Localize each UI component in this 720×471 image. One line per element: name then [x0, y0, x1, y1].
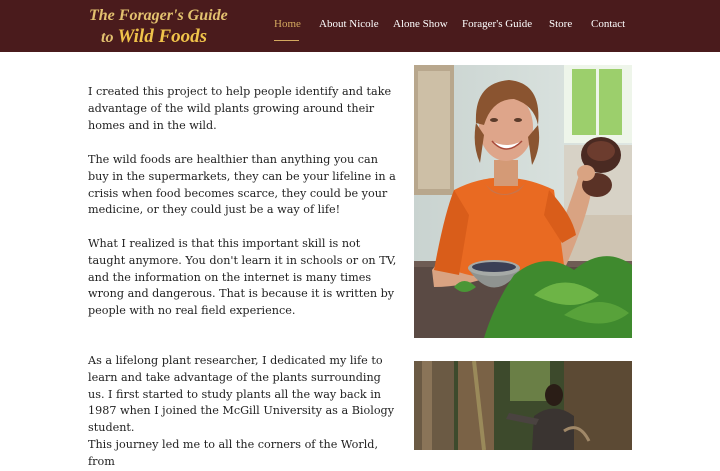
nav-home[interactable]: Home: [274, 18, 301, 30]
intro-paragraph-1: I created this project to help people id…: [88, 85, 392, 132]
intro-paragraph-3: What I realized is that this important s…: [88, 237, 397, 318]
forest-illustration: [414, 361, 632, 450]
intro-paragraph-2: The wild foods are healthier than anythi…: [88, 153, 396, 217]
nicole-kitchen-illustration: [414, 65, 632, 338]
nav-store[interactable]: Store: [549, 18, 572, 30]
main-nav: Home About Nicole Alone Show Forager's G…: [0, 0, 720, 52]
site-header: The Forager's Guide to Wild Foods Home A…: [0, 0, 720, 52]
nicole-kitchen-photo: [414, 65, 632, 338]
nav-alone-show[interactable]: Alone Show: [393, 18, 448, 30]
nav-contact[interactable]: Contact: [591, 18, 625, 30]
forest-photo: [414, 361, 632, 450]
nav-about-nicole[interactable]: About Nicole: [319, 18, 379, 30]
bio-paragraph-1: As a lifelong plant researcher, I dedica…: [88, 354, 395, 435]
nav-foragers-guide[interactable]: Forager's Guide: [462, 18, 532, 30]
nav-active-underline: [274, 40, 299, 41]
bio-paragraph-2: This journey led me to all the corners o…: [88, 438, 379, 468]
